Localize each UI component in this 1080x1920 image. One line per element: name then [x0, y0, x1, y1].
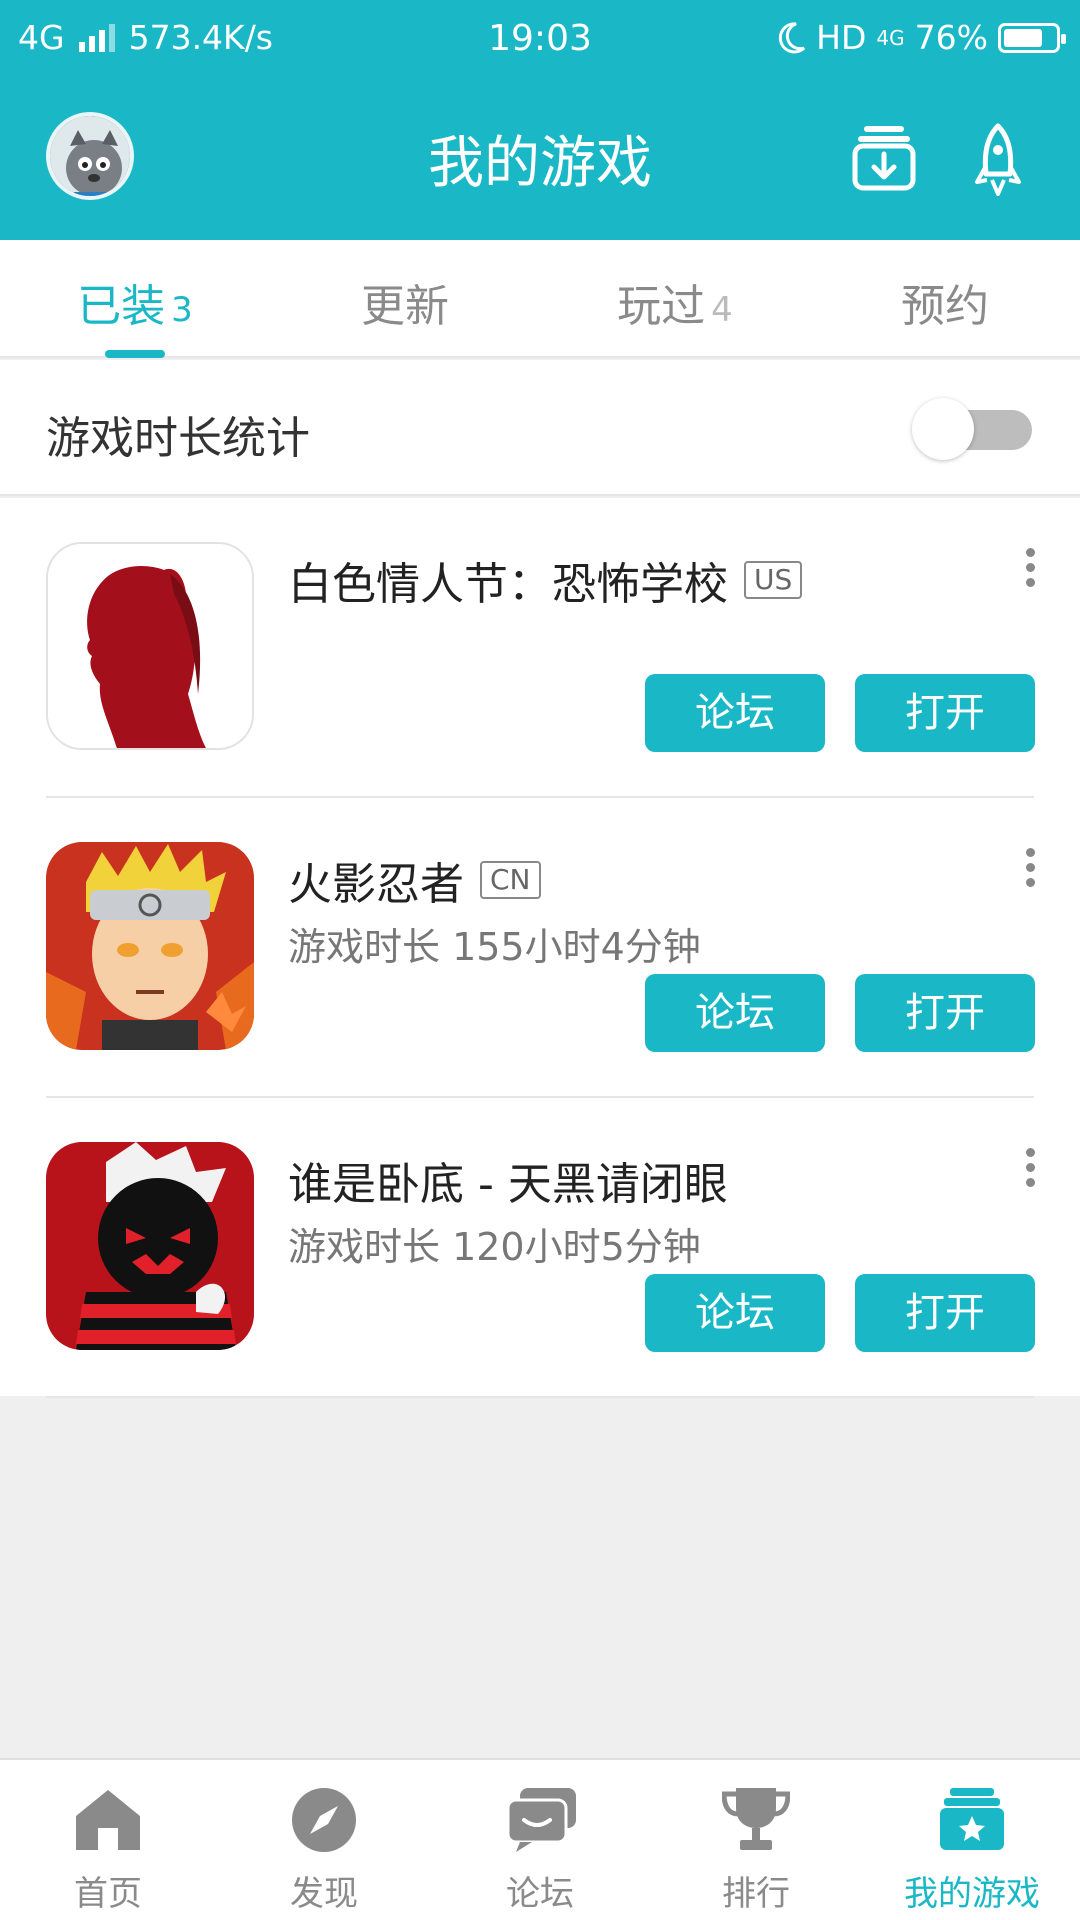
- tab-indicator: [105, 350, 165, 358]
- dot: [1025, 563, 1035, 572]
- rocket-icon: [975, 123, 1021, 196]
- game-title: 谁是卧底 - 天黑请闭眼: [288, 1148, 728, 1212]
- nav-ranking[interactable]: 排行: [648, 1760, 864, 1920]
- forum-button[interactable]: 论坛: [645, 974, 825, 1052]
- compass-icon: [292, 1788, 356, 1852]
- nav-label: 发现: [290, 1874, 358, 1914]
- dot: [1025, 1178, 1035, 1187]
- dot: [1025, 1163, 1035, 1172]
- game-name-text: 火影忍者: [288, 859, 464, 910]
- tab-label: 玩过: [617, 281, 706, 332]
- tab-count: 4: [711, 290, 733, 330]
- hd-indicator: HD: [816, 18, 867, 57]
- nav-label: 排行: [722, 1874, 790, 1914]
- dot: [1025, 848, 1035, 857]
- nav-label: 首页: [74, 1874, 142, 1914]
- game-name-text: 谁是卧底 - 天黑请闭眼: [288, 1159, 728, 1210]
- toggle-knob: [912, 398, 974, 460]
- tab-updates[interactable]: 更新: [270, 270, 540, 334]
- masked-character-icon: [46, 1142, 254, 1350]
- dot: [1025, 548, 1035, 557]
- open-button[interactable]: 打开: [855, 974, 1035, 1052]
- more-options-button[interactable]: [1018, 1148, 1042, 1198]
- tab-label: 已装: [77, 281, 166, 332]
- nav-forum[interactable]: 论坛: [432, 1760, 648, 1920]
- bottom-nav: 首页 发现 论坛 排行 我的游戏: [0, 1758, 1080, 1920]
- dot: [1025, 1148, 1035, 1157]
- region-badge: US: [744, 561, 803, 599]
- forum-button[interactable]: 论坛: [645, 674, 825, 752]
- battery-icon: [998, 22, 1066, 53]
- game-icon-white-day[interactable]: [46, 542, 254, 750]
- more-options-button[interactable]: [1018, 548, 1042, 598]
- trophy-icon: [722, 1788, 790, 1850]
- game-icon-naruto[interactable]: [46, 842, 254, 1050]
- forum-button[interactable]: 论坛: [645, 1274, 825, 1352]
- battery-percent: 76%: [914, 18, 988, 57]
- open-button[interactable]: 打开: [855, 1274, 1035, 1352]
- tab-label: 预约: [901, 281, 989, 332]
- ninja-character-icon: [46, 842, 254, 1050]
- dot: [1025, 578, 1035, 587]
- playtime-text: 游戏时长 120小时5分钟: [288, 1225, 701, 1269]
- nav-my-games[interactable]: 我的游戏: [864, 1760, 1080, 1920]
- playtime-stats-label: 游戏时长统计: [46, 413, 310, 464]
- game-title: 火影忍者 CN: [288, 848, 541, 912]
- tab-played[interactable]: 玩过 4: [540, 270, 810, 334]
- speedup-button[interactable]: [974, 122, 1046, 202]
- tab-installed[interactable]: 已装 3: [0, 270, 270, 334]
- playtime-text: 游戏时长 155小时4分钟: [288, 925, 701, 969]
- home-icon: [76, 1790, 140, 1850]
- nav-label: 我的游戏: [904, 1874, 1040, 1914]
- dot: [1025, 878, 1035, 887]
- divider: [46, 1396, 1034, 1398]
- app-header: 4G 573.4K/s 19:03 HD 4G 76% 我的游戏: [0, 0, 1080, 240]
- nav-home[interactable]: 首页: [0, 1760, 216, 1920]
- open-button[interactable]: 打开: [855, 674, 1035, 752]
- girl-silhouette-icon: [48, 544, 252, 748]
- game-title: 白色情人节：恐怖学校 US: [288, 548, 803, 612]
- game-list: 白色情人节：恐怖学校 US 论坛 打开 火影忍者 CN 游戏时长 155小时4分…: [0, 498, 1080, 1398]
- game-row[interactable]: 白色情人节：恐怖学校 US 论坛 打开: [0, 498, 1080, 798]
- more-options-button[interactable]: [1018, 848, 1042, 898]
- moon-icon: [778, 21, 806, 53]
- nav-label: 论坛: [506, 1874, 574, 1914]
- dot: [1025, 863, 1035, 872]
- tab-bar: 已装 3 更新 玩过 4 预约: [0, 240, 1080, 358]
- download-manager-button[interactable]: [852, 122, 924, 202]
- game-row[interactable]: 火影忍者 CN 游戏时长 155小时4分钟 论坛 打开: [0, 798, 1080, 1098]
- game-icon-undercover[interactable]: [46, 1142, 254, 1350]
- net2-indicator: 4G: [876, 25, 905, 50]
- star-stack-icon: [940, 1788, 1004, 1850]
- game-name-text: 白色情人节：恐怖学校: [288, 559, 728, 610]
- tab-label: 更新: [361, 281, 449, 332]
- playtime-stats-toggle[interactable]: [912, 398, 1034, 460]
- download-icon: [852, 126, 916, 191]
- region-badge: CN: [480, 861, 541, 899]
- chat-icon: [506, 1788, 576, 1852]
- tab-reservations[interactable]: 预约: [810, 270, 1080, 334]
- status-bar: 4G 573.4K/s 19:03 HD 4G 76%: [0, 0, 1080, 76]
- tab-count: 3: [171, 290, 193, 330]
- nav-discover[interactable]: 发现: [216, 1760, 432, 1920]
- game-row[interactable]: 谁是卧底 - 天黑请闭眼 游戏时长 120小时5分钟 论坛 打开: [0, 1098, 1080, 1398]
